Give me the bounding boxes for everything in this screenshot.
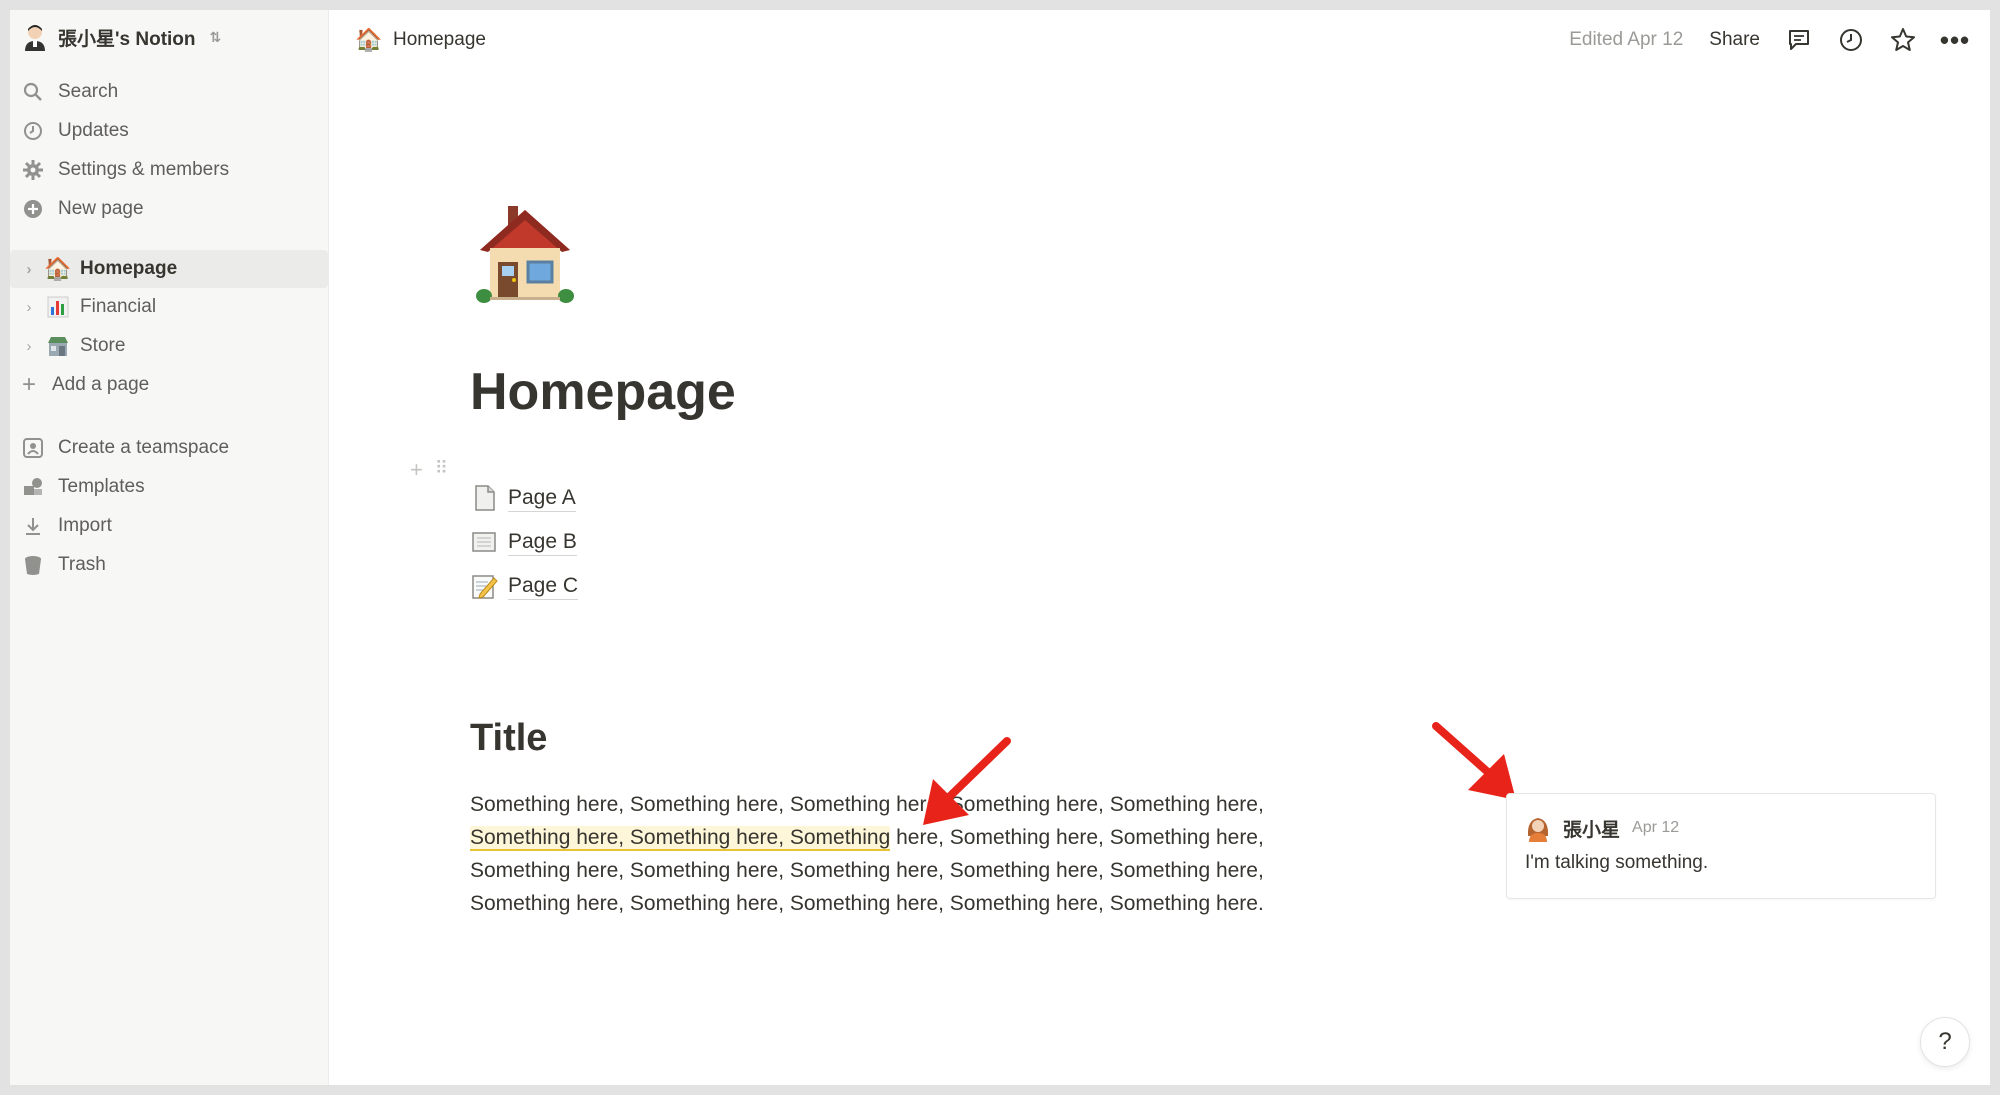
sidebar-item-label: Add a page [52, 374, 150, 395]
clock-icon [22, 120, 44, 142]
page-link-c[interactable]: Page C [470, 568, 579, 604]
sidebar-item-create-teamspace[interactable]: Create a teamspace [22, 430, 322, 466]
chevron-updown-icon: ⇅ [209, 28, 222, 45]
chevron-right-icon[interactable]: › [22, 338, 36, 355]
sidebar-item-label: Create a teamspace [58, 437, 230, 458]
workspace-switcher[interactable]: 張小星's Notion ⇅ [22, 18, 318, 56]
page-link-b[interactable]: Page B [470, 524, 577, 560]
section-heading[interactable]: Title [470, 717, 547, 760]
sidebar-item-settings[interactable]: Settings & members [22, 152, 322, 188]
history-clock-icon[interactable] [1838, 27, 1864, 53]
sidebar-item-label: Updates [58, 120, 129, 141]
help-button[interactable]: ? [1920, 1017, 1970, 1067]
comment-body: I'm talking something. [1525, 852, 1709, 873]
paragraph-text-before: Something here, Something here, Somethin… [470, 793, 1264, 816]
topbar-actions: Edited Apr 12 Share ••• [1569, 20, 1969, 60]
drag-handle-icon[interactable]: ⠿ [435, 457, 448, 483]
sidebar-page-label: Store [80, 335, 126, 356]
sidebar-item-trash[interactable]: Trash [22, 547, 322, 583]
more-icon[interactable]: ••• [1940, 25, 1969, 55]
paragraph[interactable]: Something here, Something here, Somethin… [470, 788, 1330, 920]
user-avatar-icon [25, 25, 45, 51]
sidebar-item-templates[interactable]: Templates [22, 469, 322, 505]
user-avatar-icon [1527, 818, 1549, 842]
comment-header: 張小星 Apr 12 [1525, 814, 1679, 842]
store-icon [44, 334, 72, 358]
sidebar-item-label: Trash [58, 554, 106, 575]
house-icon [476, 206, 574, 303]
house-icon: 🏠 [355, 27, 383, 52]
page-link-label: Page C [508, 573, 579, 600]
plus-circle-icon [22, 198, 44, 220]
sidebar-item-search[interactable]: Search [22, 74, 322, 110]
bar-chart-icon [44, 296, 72, 318]
sidebar-item-import[interactable]: Import [22, 508, 322, 544]
chevron-right-icon[interactable]: › [22, 261, 36, 278]
sidebar-page-label: Financial [80, 296, 157, 317]
chevron-right-icon[interactable]: › [22, 299, 36, 316]
page-link-a[interactable]: Page A [470, 480, 576, 516]
star-icon[interactable] [1890, 27, 1916, 53]
search-icon [22, 81, 44, 103]
sidebar-item-label: New page [58, 198, 144, 219]
annotation-arrow-highlight [923, 737, 1011, 825]
share-button[interactable]: Share [1709, 29, 1760, 51]
breadcrumb[interactable]: 🏠 Homepage [355, 22, 486, 58]
breadcrumb-label: Homepage [393, 29, 486, 50]
templates-icon [22, 476, 44, 498]
workspace-name: 張小星's Notion [58, 28, 196, 50]
sidebar-page-store[interactable]: › Store [22, 328, 322, 364]
plus-icon: + [21, 371, 36, 398]
commented-highlight[interactable]: Something here, Something here, Somethin… [470, 826, 891, 851]
sidebar-item-label: Settings & members [58, 159, 230, 180]
block-handle: + ⠿ [410, 457, 448, 483]
sidebar-page-label: Homepage [80, 258, 178, 279]
sidebar-item-updates[interactable]: Updates [22, 113, 322, 149]
sidebar-item-label: Templates [58, 476, 145, 497]
sidebar-item-label: Search [58, 81, 119, 102]
download-icon [22, 515, 44, 537]
sidebar-item-label: Import [58, 515, 112, 536]
sidebar-page-financial[interactable]: › Financial [22, 289, 322, 325]
gear-icon [22, 159, 44, 181]
page-title[interactable]: Homepage [470, 362, 736, 422]
add-block-icon[interactable]: + [410, 457, 423, 483]
sidebar-add-page[interactable]: + Add a page [18, 367, 322, 403]
comment-card[interactable]: 張小星 Apr 12 I'm talking something. [1506, 793, 1936, 899]
page-link-label: Page A [508, 485, 576, 512]
sidebar-item-new-page[interactable]: New page [22, 191, 322, 227]
sidebar-page-homepage[interactable]: › 🏠 Homepage [10, 250, 328, 288]
edited-timestamp: Edited Apr 12 [1569, 29, 1684, 50]
scroll-icon [472, 532, 496, 552]
trash-icon [22, 554, 44, 576]
memo-icon [472, 575, 498, 599]
comment-author: 張小星 [1563, 819, 1621, 841]
page-link-label: Page B [508, 529, 577, 556]
teamspace-icon [22, 437, 44, 459]
document-icon [475, 485, 495, 511]
comment-date: Apr 12 [1632, 819, 1680, 836]
notion-window: 張小星's Notion ⇅ Search Updates Settings &… [10, 10, 1990, 1085]
house-icon: 🏠 [44, 256, 72, 281]
sidebar: 張小星's Notion ⇅ Search Updates Settings &… [10, 10, 329, 1085]
comment-icon[interactable] [1786, 27, 1812, 53]
